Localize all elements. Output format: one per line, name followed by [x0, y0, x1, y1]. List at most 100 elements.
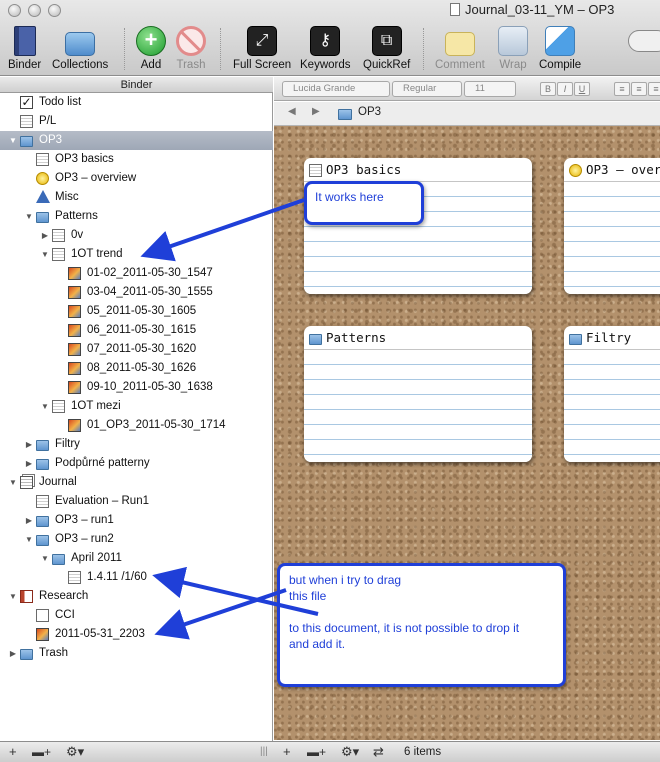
binder-item-label: CCI	[55, 609, 75, 621]
binder-item-label: 0v	[71, 229, 84, 241]
forward-arrow-icon[interactable]: ▶	[312, 106, 320, 117]
folder-icon	[309, 334, 322, 345]
disclosure-open-icon[interactable]: ▼	[8, 131, 18, 150]
card-synopsis[interactable]	[304, 350, 532, 462]
collections-button[interactable]: Collections	[52, 26, 108, 71]
index-card[interactable]: OP3 basics	[304, 158, 532, 294]
binder-item[interactable]: ▼ OP3	[0, 131, 273, 150]
binder-item-label: April 2011	[71, 552, 122, 564]
card-title[interactable]: OP3 – overview	[586, 162, 660, 177]
keywords-button[interactable]: ⚷ Keywords	[300, 26, 351, 71]
document-proxy-icon[interactable]	[450, 3, 460, 16]
binder-item[interactable]: 01_OP3_2011-05-30_1714	[0, 416, 273, 435]
add-item-icon[interactable]: +	[9, 744, 17, 760]
index-card[interactable]: OP3 – overview	[564, 158, 660, 294]
wrap-button[interactable]: Wrap	[498, 26, 528, 71]
disclosure-open-icon[interactable]: ▼	[40, 397, 50, 416]
binder-item[interactable]: ▶ Filtry	[0, 435, 273, 454]
gear-menu-icon[interactable]: ⚙▾	[341, 744, 359, 760]
binder-item[interactable]: 08_2011-05-30_1626	[0, 359, 273, 378]
binder-item[interactable]: Misc	[0, 188, 273, 207]
image-icon	[68, 267, 81, 280]
binder-item[interactable]: ▼ Journal	[0, 473, 273, 492]
binder-item[interactable]: ▶ 0v	[0, 226, 273, 245]
swap-arrows-icon[interactable]: ⇄	[373, 744, 384, 760]
binder-item[interactable]: OP3 – overview	[0, 169, 273, 188]
binder-item[interactable]: 1.4.11 /1/60	[0, 568, 273, 587]
font-style-select[interactable]: Regular	[392, 81, 462, 97]
index-card[interactable]: Filtry	[564, 326, 660, 462]
font-size-select[interactable]: 11	[464, 81, 516, 97]
quickref-button[interactable]: ⧉ QuickRef	[363, 26, 410, 71]
full-screen-button[interactable]: ⤢ Full Screen	[233, 26, 291, 71]
font-family-select[interactable]: Lucida Grande	[282, 81, 390, 97]
compile-button[interactable]: Compile	[539, 26, 581, 71]
binder-item-label: 09-10_2011-05-30_1638	[87, 381, 213, 393]
binder-item[interactable]: ✓ Todo list	[0, 93, 273, 112]
binder-item[interactable]: ▶ Trash	[0, 644, 273, 663]
align-left-icon[interactable]: ≡	[614, 82, 630, 96]
binder-item[interactable]: OP3 basics	[0, 150, 273, 169]
binder-item[interactable]: ▶ Podpůrné patterny	[0, 454, 273, 473]
breadcrumb[interactable]: OP3	[358, 106, 381, 118]
add-item-icon[interactable]: +	[283, 744, 291, 760]
close-window-button[interactable]	[8, 4, 21, 17]
disclosure-open-icon[interactable]: ▼	[40, 549, 50, 568]
disclosure-open-icon[interactable]: ▼	[8, 587, 18, 606]
add-button[interactable]: + Add	[136, 26, 166, 71]
disclosure-open-icon[interactable]: ▼	[24, 530, 34, 549]
trash-button[interactable]: Trash	[176, 26, 206, 71]
underline-button[interactable]: U	[574, 82, 590, 96]
binder-item[interactable]: Evaluation – Run1	[0, 492, 273, 511]
binder-item[interactable]: ▶ OP3 – run1	[0, 511, 273, 530]
index-card[interactable]: Patterns	[304, 326, 532, 462]
binder-button[interactable]: Binder	[8, 26, 41, 71]
binder-item[interactable]: 09-10_2011-05-30_1638	[0, 378, 273, 397]
binder-item[interactable]: ▼ Research	[0, 587, 273, 606]
binder-item[interactable]: ▼ 1OT mezi	[0, 397, 273, 416]
disclosure-open-icon[interactable]: ▼	[8, 473, 18, 492]
binder-item[interactable]: CCI	[0, 606, 273, 625]
align-center-icon[interactable]: ≡	[631, 82, 647, 96]
add-folder-icon[interactable]: ▬+	[307, 744, 326, 760]
binder-item[interactable]: 03-04_2011-05-30_1555	[0, 283, 273, 302]
zoom-window-button[interactable]	[48, 4, 61, 17]
disclosure-closed-icon[interactable]: ▶	[24, 511, 34, 530]
binder-item[interactable]: 01-02_2011-05-30_1547	[0, 264, 273, 283]
card-title[interactable]: Patterns	[326, 330, 386, 345]
card-title[interactable]: OP3 basics	[326, 162, 401, 177]
binder-item[interactable]: 05_2011-05-30_1605	[0, 302, 273, 321]
binder-item[interactable]: P/L	[0, 112, 273, 131]
bold-button[interactable]: B	[540, 82, 556, 96]
disclosure-closed-icon[interactable]: ▶	[24, 435, 34, 454]
card-synopsis[interactable]	[564, 182, 660, 294]
comment-button[interactable]: Comment	[435, 26, 485, 71]
binder-item[interactable]: ▼ April 2011	[0, 549, 273, 568]
add-folder-icon[interactable]: ▬+	[32, 744, 51, 760]
binder-item[interactable]: 07_2011-05-30_1620	[0, 340, 273, 359]
italic-button[interactable]: I	[557, 82, 573, 96]
minimize-window-button[interactable]	[28, 4, 41, 17]
card-title[interactable]: Filtry	[586, 330, 631, 345]
gear-menu-icon[interactable]: ⚙▾	[66, 744, 84, 760]
back-arrow-icon[interactable]: ◀	[288, 106, 296, 117]
disclosure-open-icon[interactable]: ▼	[24, 207, 34, 226]
toolbar-toggle-pill[interactable]	[628, 30, 660, 52]
window-title-text: Journal_03-11_YM – OP3	[465, 2, 615, 17]
format-bar: Lucida Grande Regular 11 B I U ≡ ≡ ≡	[274, 77, 660, 101]
disclosure-closed-icon[interactable]: ▶	[8, 644, 18, 663]
binder-item[interactable]: ▼ 1OT trend	[0, 245, 273, 264]
binder-item[interactable]: ▼ Patterns	[0, 207, 273, 226]
binder-item[interactable]: 06_2011-05-30_1615	[0, 321, 273, 340]
resize-handle-icon[interactable]: |||	[260, 744, 268, 760]
align-right-icon[interactable]: ≡	[648, 82, 660, 96]
binder-item[interactable]: 2011-05-31_2203	[0, 625, 273, 644]
disclosure-open-icon[interactable]: ▼	[40, 245, 50, 264]
binder-sidebar[interactable]: ✓ Todo list P/L ▼ OP3 OP3 basics OP3 – overvie…	[0, 93, 273, 741]
card-synopsis[interactable]	[564, 350, 660, 462]
disclosure-closed-icon[interactable]: ▶	[24, 454, 34, 473]
folder-icon	[36, 212, 49, 223]
image-icon	[68, 305, 81, 318]
disclosure-closed-icon[interactable]: ▶	[40, 226, 50, 245]
binder-item[interactable]: ▼ OP3 – run2	[0, 530, 273, 549]
